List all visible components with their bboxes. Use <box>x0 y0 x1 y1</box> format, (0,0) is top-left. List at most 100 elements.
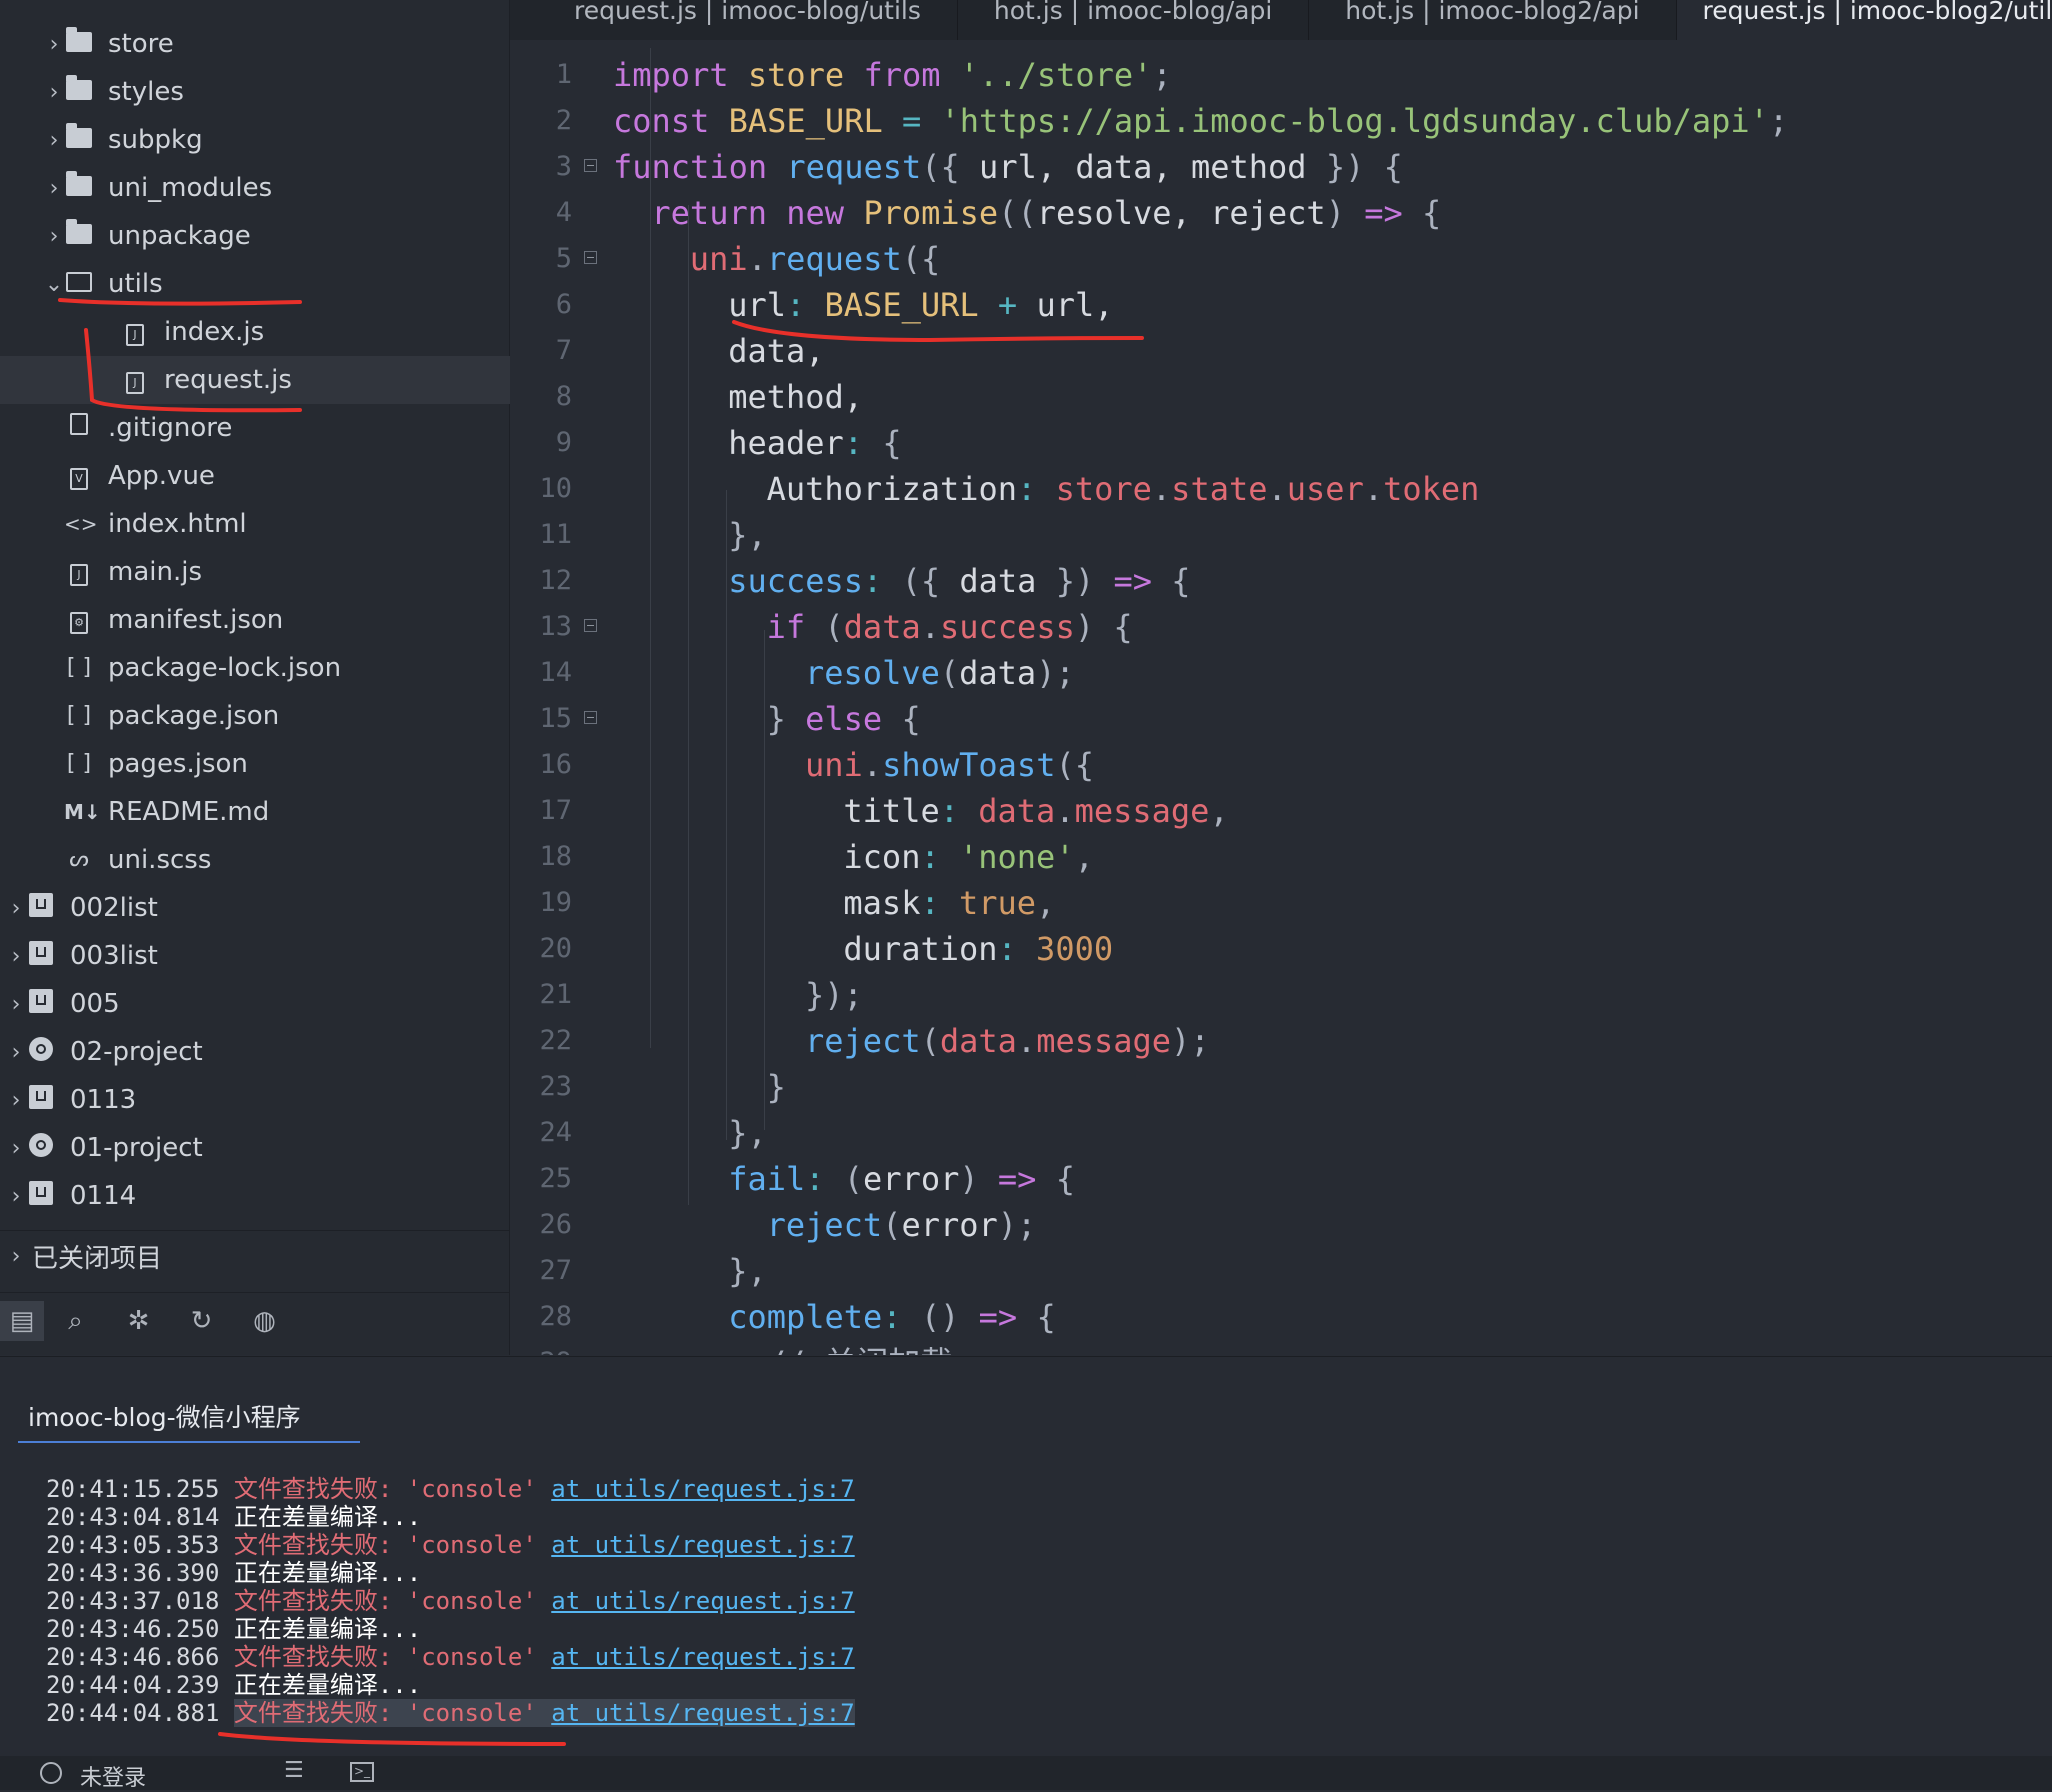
chevron-right-icon[interactable]: › <box>6 992 26 1017</box>
fold-toggle-icon[interactable] <box>584 251 597 264</box>
search-binoculars-icon[interactable]: ⌕ <box>44 1306 107 1337</box>
code-text: method, <box>728 374 863 420</box>
debug-bug-icon[interactable]: ✲ <box>107 1306 170 1336</box>
editor-tab[interactable]: hot.js | imooc-blog/api <box>958 0 1310 40</box>
tree-item[interactable]: › uni_modules <box>0 164 272 212</box>
tree-item[interactable]: [ ] pages.json <box>0 740 248 788</box>
tree-item[interactable]: .gitignore <box>0 404 232 452</box>
chevron-right-icon[interactable]: › <box>44 176 64 201</box>
source-link[interactable]: at utils/request.js:7 <box>551 1475 854 1503</box>
code-line[interactable]: 14 resolve(data); <box>510 650 2052 696</box>
tree-item[interactable]: [ ] package-lock.json <box>0 644 341 692</box>
tree-item[interactable]: › subpkg <box>0 116 203 164</box>
code-line[interactable]: 5 uni.request({ <box>510 236 2052 282</box>
source-link[interactable]: at utils/request.js:7 <box>551 1643 854 1671</box>
source-link[interactable]: at utils/request.js:7 <box>551 1531 854 1559</box>
code-line[interactable]: 2 const BASE_URL = 'https://api.imooc-blo… <box>510 98 2052 144</box>
chevron-right-icon[interactable]: › <box>6 1136 26 1161</box>
line-number: 13 <box>539 611 572 642</box>
source-link[interactable]: at utils/request.js:7 <box>551 1587 854 1615</box>
fold-toggle-icon[interactable] <box>584 159 597 172</box>
tree-item[interactable]: Jindex.js <box>0 308 264 356</box>
chevron-right-icon[interactable]: › <box>6 896 26 921</box>
tree-item[interactable]: › store <box>0 20 174 68</box>
code-line[interactable]: 1 import store from '../store'; <box>510 52 2052 98</box>
code-line[interactable]: 22 reject(data.message); <box>510 1018 2052 1064</box>
code-line[interactable]: 21}); <box>510 972 2052 1018</box>
chevron-right-icon[interactable]: › <box>6 944 26 969</box>
code-token: , <box>1074 838 1094 876</box>
code-token: data <box>959 562 1056 600</box>
tree-item[interactable]: › 02-project <box>0 1028 203 1076</box>
tree-item[interactable]: M↓ README.md <box>0 788 269 836</box>
tree-item[interactable]: V App.vue <box>0 452 215 500</box>
code-line[interactable]: 20 duration: 3000 <box>510 926 2052 972</box>
code-line[interactable]: 7 data, <box>510 328 2052 374</box>
code-line[interactable]: 6 url: BASE_URL + url, <box>510 282 2052 328</box>
terminal-icon[interactable]: >_ <box>350 1762 374 1782</box>
code-line[interactable]: 8 method, <box>510 374 2052 420</box>
editor-tab[interactable]: request.js | imooc-blog/utils <box>510 0 958 40</box>
refresh-icon[interactable]: ↻ <box>170 1306 233 1336</box>
code-token: } <box>766 1068 786 1106</box>
code-token: . <box>747 240 767 278</box>
code-line[interactable]: 26 reject(error); <box>510 1202 2052 1248</box>
code-line[interactable]: 15} else { <box>510 696 2052 742</box>
code-line[interactable]: 9 header: { <box>510 420 2052 466</box>
tree-item[interactable]: [ ] package.json <box>0 692 279 740</box>
user-icon[interactable] <box>40 1762 62 1784</box>
code-line[interactable]: 27}, <box>510 1248 2052 1294</box>
tree-item[interactable]: › 002list <box>0 884 158 932</box>
chevron-right-icon[interactable]: › <box>44 128 64 153</box>
code-line[interactable]: 19 mask: true, <box>510 880 2052 926</box>
code-line[interactable]: 16 uni.showToast({ <box>510 742 2052 788</box>
tree-item[interactable]: › unpackage <box>0 212 251 260</box>
chevron-right-icon[interactable]: › <box>44 80 64 105</box>
chevron-right-icon[interactable]: › <box>44 224 64 249</box>
code-line[interactable]: 28 complete: () => { <box>510 1294 2052 1340</box>
chevron-right-icon[interactable]: › <box>6 1088 26 1113</box>
tree-item[interactable]: › styles <box>0 68 184 116</box>
tree-item[interactable]: › 01-project <box>0 1124 203 1172</box>
code-line[interactable]: 12 success: ({ data }) => { <box>510 558 2052 604</box>
tree-item[interactable]: › 003list <box>0 932 158 980</box>
editor-tab[interactable]: hot.js | imooc-blog2/api <box>1309 0 1677 40</box>
chevron-right-icon[interactable]: › <box>6 1244 26 1269</box>
tree-item[interactable]: › 005 <box>0 980 120 1028</box>
tree-item[interactable]: <> index.html <box>0 500 247 548</box>
console-tab[interactable]: imooc-blog-微信小程序 <box>28 1398 301 1434</box>
project-manager-icon[interactable]: ▤ <box>0 1301 44 1341</box>
chevron-right-icon[interactable]: › <box>6 1040 26 1065</box>
code-line[interactable]: 10 Authorization: store.state.user.token <box>510 466 2052 512</box>
tree-item[interactable]: ⚙ manifest.json <box>0 596 283 644</box>
code-line[interactable]: 24}, <box>510 1110 2052 1156</box>
chevron-right-icon[interactable]: › <box>44 32 64 57</box>
code-line[interactable]: 18 icon: 'none', <box>510 834 2052 880</box>
tree-item[interactable]: › 0113 <box>0 1076 136 1124</box>
plugin-globe-icon[interactable]: ◍ <box>233 1306 296 1336</box>
chevron-down-icon[interactable]: ⌄ <box>44 272 64 297</box>
tree-item[interactable]: ᔕ uni.scss <box>0 836 211 884</box>
code-line[interactable]: 23} <box>510 1064 2052 1110</box>
editor-tab[interactable]: request.js | imooc-blog2/utils <box>1676 0 2052 40</box>
tree-item[interactable]: › 0114 <box>0 1172 136 1220</box>
fold-toggle-icon[interactable] <box>584 711 597 724</box>
login-status[interactable]: 未登录 <box>80 1760 146 1792</box>
tree-item[interactable]: ⌄ utils <box>0 260 163 308</box>
fold-toggle-icon[interactable] <box>584 619 597 632</box>
chevron-right-icon[interactable]: › <box>6 1184 26 1209</box>
code-line[interactable]: 25 fail: (error) => { <box>510 1156 2052 1202</box>
code-editor[interactable]: 1 import store from '../store'; 2 const BAS… <box>510 40 2052 1355</box>
code-line[interactable]: 11}, <box>510 512 2052 558</box>
code-line[interactable]: 13 if (data.success) { <box>510 604 2052 650</box>
code-text: uni.showToast({ <box>805 742 1094 788</box>
list-icon[interactable]: ☰ <box>284 1758 304 1783</box>
code-line[interactable]: 29 // 关闭加载 <box>510 1340 2052 1355</box>
tree-item[interactable]: Jmain.js <box>0 548 202 596</box>
code-line[interactable]: 4 return new Promise((resolve, reject) =>… <box>510 190 2052 236</box>
source-link[interactable]: at utils/request.js:7 <box>551 1699 854 1727</box>
code-line[interactable]: 3 function request({ url, data, method })… <box>510 144 2052 190</box>
line-number: 11 <box>539 519 572 550</box>
code-line[interactable]: 17 title: data.message, <box>510 788 2052 834</box>
closed-projects[interactable]: › 已关闭项目 <box>6 1238 162 1275</box>
